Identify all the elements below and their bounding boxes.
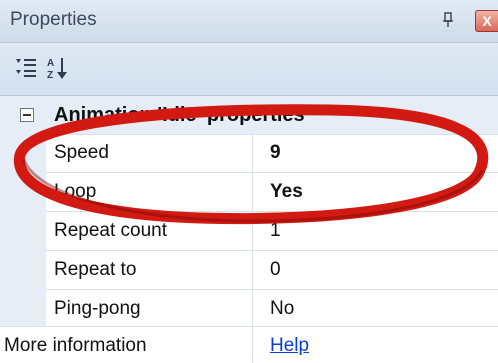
- property-row-repeat-to[interactable]: Repeat to 0: [46, 251, 498, 290]
- help-link[interactable]: Help: [270, 335, 309, 357]
- more-information-row: More information Help: [0, 326, 498, 363]
- grid-gutter: [0, 134, 46, 328]
- property-value[interactable]: 1: [270, 220, 281, 242]
- property-name: Ping-pong: [54, 298, 141, 319]
- alphabetical-sort-icon[interactable]: A Z: [44, 55, 72, 81]
- column-divider: [252, 173, 253, 211]
- property-row-repeat-count[interactable]: Repeat count 1: [46, 212, 498, 251]
- property-value[interactable]: No: [270, 298, 294, 320]
- category-row[interactable]: Animation 'Idle' properties: [0, 96, 498, 135]
- more-information-label: More information: [4, 335, 147, 356]
- property-row-ping-pong[interactable]: Ping-pong No: [46, 290, 498, 329]
- column-divider: [252, 290, 253, 328]
- property-row-loop[interactable]: Loop Yes: [46, 173, 498, 212]
- close-button[interactable]: X: [475, 10, 498, 32]
- column-divider: [252, 327, 253, 363]
- properties-toolbar: A Z: [0, 43, 498, 96]
- property-name: Speed: [54, 142, 109, 163]
- property-name: Repeat to: [54, 259, 137, 280]
- property-name: Repeat count: [54, 220, 168, 241]
- collapse-icon[interactable]: [20, 108, 34, 122]
- property-value[interactable]: 9: [270, 142, 281, 164]
- categorized-icon[interactable]: [14, 55, 42, 81]
- category-label: Animation 'Idle' properties: [54, 104, 305, 126]
- panel-title: Properties: [10, 9, 97, 30]
- pin-icon[interactable]: [440, 10, 456, 30]
- property-grid: Animation 'Idle' properties Speed 9 Loop…: [0, 96, 498, 363]
- column-divider: [252, 134, 253, 172]
- property-row-speed[interactable]: Speed 9: [46, 134, 498, 173]
- panel-titlebar: Properties X: [0, 0, 498, 43]
- property-name: Loop: [54, 181, 97, 202]
- svg-text:A: A: [47, 58, 54, 69]
- column-divider: [252, 212, 253, 250]
- properties-panel: Properties X A Z Animation 'Idle' proper…: [0, 0, 498, 363]
- svg-text:Z: Z: [47, 70, 53, 81]
- property-value[interactable]: Yes: [270, 181, 303, 203]
- column-divider: [252, 251, 253, 289]
- property-value[interactable]: 0: [270, 259, 281, 281]
